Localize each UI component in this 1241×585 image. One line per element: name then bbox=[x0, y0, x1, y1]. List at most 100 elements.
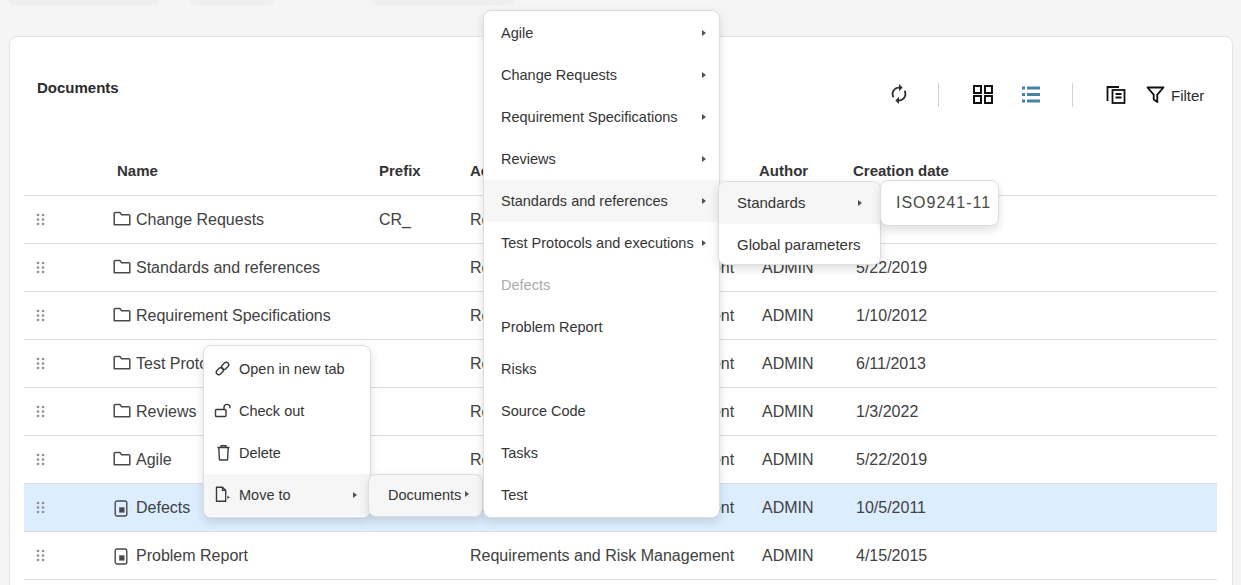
submenu-arrow-icon bbox=[465, 491, 469, 497]
trash-icon bbox=[216, 444, 231, 461]
menu-item-label: Agile bbox=[501, 25, 533, 41]
menu-item-standards[interactable]: Standards bbox=[719, 182, 880, 224]
drag-handle-icon[interactable] bbox=[36, 453, 45, 466]
menu-item-label: Problem Report bbox=[501, 319, 603, 335]
menu-item-source-code[interactable]: Source Code bbox=[484, 390, 719, 432]
row-author: ADMIN bbox=[762, 484, 814, 531]
folder-icon bbox=[113, 307, 131, 323]
filter-icon[interactable] bbox=[1146, 86, 1165, 104]
submenu-arrow-icon bbox=[702, 72, 706, 78]
documents-cascade-menu: Agile Change Requests Requirement Specif… bbox=[483, 10, 720, 518]
row-name[interactable]: Reviews bbox=[136, 388, 196, 435]
row-author: ADMIN bbox=[762, 340, 814, 387]
row-prefix: CR_ bbox=[379, 196, 411, 243]
submenu-arrow-icon bbox=[702, 198, 706, 204]
menu-item-label: Standards bbox=[737, 194, 805, 211]
submenu-arrow-icon bbox=[702, 240, 706, 246]
menu-item-test-protocols[interactable]: Test Protocols and executions bbox=[484, 222, 719, 264]
menu-item-documents[interactable]: Documents bbox=[369, 475, 482, 516]
menu-item-global-parameters[interactable]: Global parameters bbox=[719, 224, 880, 266]
menu-item-label: Source Code bbox=[501, 403, 586, 419]
menu-item-risks[interactable]: Risks bbox=[484, 348, 719, 390]
row-date: 10/5/2011 bbox=[856, 484, 926, 531]
row-name[interactable]: Requirement Specifications bbox=[136, 292, 331, 339]
unlock-icon bbox=[214, 402, 232, 419]
menu-item-open-in-new-tab[interactable]: Open in new tab bbox=[204, 348, 370, 390]
menu-item-reviews[interactable]: Reviews bbox=[484, 138, 719, 180]
filter-label[interactable]: Filter bbox=[1171, 87, 1204, 104]
column-header-author[interactable]: Author bbox=[759, 162, 808, 179]
menu-item-check-out[interactable]: Check out bbox=[204, 390, 370, 432]
row-date: 1/10/2012 bbox=[856, 292, 927, 339]
move-document-icon bbox=[214, 486, 232, 503]
column-header-prefix[interactable]: Prefix bbox=[379, 162, 421, 179]
list-view-icon[interactable] bbox=[1021, 85, 1041, 104]
menu-item-label: Test bbox=[501, 487, 528, 503]
row-date: 5/22/2019 bbox=[856, 436, 927, 483]
folder-icon bbox=[113, 211, 131, 227]
menu-item-test[interactable]: Test bbox=[484, 474, 719, 516]
drag-handle-icon[interactable] bbox=[36, 309, 45, 322]
menu-item-label: Standards and references bbox=[501, 193, 668, 209]
drag-handle-icon[interactable] bbox=[36, 357, 45, 370]
drag-handle-icon[interactable] bbox=[36, 405, 45, 418]
menu-item-tasks[interactable]: Tasks bbox=[484, 432, 719, 474]
menu-item-label: Change Requests bbox=[501, 67, 617, 83]
link-icon bbox=[214, 360, 231, 377]
row-name[interactable]: Change Requests bbox=[136, 196, 264, 243]
drag-handle-icon[interactable] bbox=[36, 261, 45, 274]
grid-view-icon[interactable] bbox=[973, 85, 993, 104]
context-menu: Open in new tab Check out Delete Move to bbox=[203, 345, 371, 518]
row-name[interactable]: Defects bbox=[136, 484, 190, 531]
document-icon bbox=[114, 500, 128, 517]
drag-handle-icon[interactable] bbox=[36, 501, 45, 514]
menu-item-label: Requirement Specifications bbox=[501, 109, 678, 125]
move-to-submenu: Documents bbox=[368, 474, 483, 517]
submenu-arrow-icon bbox=[858, 200, 862, 206]
menu-item-agile[interactable]: Agile bbox=[484, 12, 719, 54]
top-ghost-tab-1 bbox=[9, 0, 158, 5]
row-author: ADMIN bbox=[762, 388, 814, 435]
row-name[interactable]: Problem Report bbox=[136, 532, 248, 579]
menu-item-label: Reviews bbox=[501, 151, 556, 167]
row-name[interactable]: Agile bbox=[136, 436, 172, 483]
row-date: 4/15/2015 bbox=[856, 532, 927, 579]
menu-item-problem-report[interactable]: Problem Report bbox=[484, 306, 719, 348]
drag-handle-icon[interactable] bbox=[36, 213, 45, 226]
toolbar-divider-2 bbox=[1072, 83, 1073, 107]
column-header-creation-date[interactable]: Creation date bbox=[853, 162, 949, 179]
menu-item-label: ISO9241-11 bbox=[896, 194, 991, 211]
table-row-problem-report[interactable]: Problem Report Requirements and Risk Man… bbox=[24, 532, 1217, 580]
page-title: Documents bbox=[37, 79, 119, 96]
menu-item-iso9241-11[interactable]: ISO9241-11 bbox=[881, 181, 998, 225]
top-ghost-tab-2 bbox=[190, 0, 274, 5]
sync-icon[interactable] bbox=[888, 83, 910, 105]
menu-item-change-requests[interactable]: Change Requests bbox=[484, 54, 719, 96]
submenu-arrow-icon bbox=[702, 156, 706, 162]
standards-submenu: Standards Global parameters bbox=[718, 181, 881, 265]
menu-item-label: Global parameters bbox=[737, 236, 860, 253]
menu-item-label: Open in new tab bbox=[239, 361, 345, 377]
menu-item-label: Risks bbox=[501, 361, 536, 377]
row-date: 1/3/2022 bbox=[856, 388, 918, 435]
row-author: ADMIN bbox=[762, 532, 814, 579]
submenu-arrow-icon bbox=[702, 30, 706, 36]
iso-submenu: ISO9241-11 bbox=[880, 180, 999, 226]
menu-item-standards-and-references[interactable]: Standards and references bbox=[484, 180, 719, 222]
menu-item-requirement-specifications[interactable]: Requirement Specifications bbox=[484, 96, 719, 138]
row-name[interactable]: Standards and references bbox=[136, 244, 320, 291]
folder-icon bbox=[113, 403, 131, 419]
menu-item-move-to[interactable]: Move to bbox=[204, 474, 370, 516]
folder-icon bbox=[113, 259, 131, 275]
top-ghost-tab-3 bbox=[372, 0, 515, 5]
column-header-name[interactable]: Name bbox=[117, 162, 158, 179]
drag-handle-icon[interactable] bbox=[36, 549, 45, 562]
menu-item-defects: Defects bbox=[484, 264, 719, 306]
menu-item-label: Check out bbox=[239, 403, 304, 419]
folder-icon bbox=[113, 451, 131, 467]
menu-item-delete[interactable]: Delete bbox=[204, 432, 370, 474]
duplicate-icon[interactable] bbox=[1105, 84, 1128, 106]
menu-item-label: Test Protocols and executions bbox=[501, 235, 694, 251]
menu-item-label: Delete bbox=[239, 445, 281, 461]
submenu-arrow-icon bbox=[353, 492, 357, 498]
